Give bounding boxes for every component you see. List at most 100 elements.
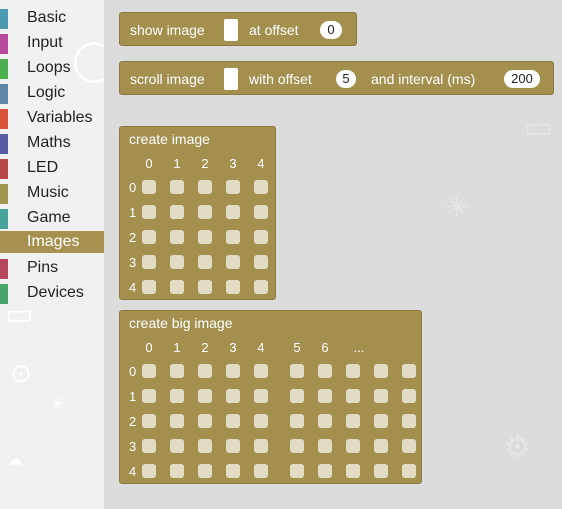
led-cell[interactable]: [170, 280, 184, 294]
led-cell[interactable]: [402, 464, 416, 478]
led-cell[interactable]: [226, 230, 240, 244]
led-cell[interactable]: [142, 255, 156, 269]
led-cell[interactable]: [290, 389, 304, 403]
sidebar-item-logic[interactable]: Logic: [0, 82, 104, 104]
led-cell[interactable]: [226, 464, 240, 478]
led-cell[interactable]: [402, 389, 416, 403]
led-cell[interactable]: [142, 205, 156, 219]
create-image-block[interactable]: create image 0 1 2 3 4 0 1 2 3 4: [119, 126, 276, 300]
sidebar-item-game[interactable]: Game: [0, 207, 104, 229]
sidebar-item-variables[interactable]: Variables: [0, 107, 104, 129]
led-cell[interactable]: [198, 464, 212, 478]
image-input-slot[interactable]: [224, 19, 238, 41]
led-cell[interactable]: [226, 439, 240, 453]
led-cell[interactable]: [142, 439, 156, 453]
create-big-image-block[interactable]: create big image 0 1 2 3 4 5 6 ... 0 1 2…: [119, 310, 422, 484]
led-cell[interactable]: [374, 364, 388, 378]
led-cell[interactable]: [226, 389, 240, 403]
led-cell[interactable]: [318, 439, 332, 453]
led-cell[interactable]: [142, 414, 156, 428]
led-cell[interactable]: [170, 205, 184, 219]
led-cell[interactable]: [374, 439, 388, 453]
led-cell[interactable]: [290, 464, 304, 478]
led-cell[interactable]: [170, 364, 184, 378]
led-cell[interactable]: [402, 439, 416, 453]
led-cell[interactable]: [142, 364, 156, 378]
led-cell[interactable]: [254, 364, 268, 378]
led-cell[interactable]: [254, 180, 268, 194]
led-cell[interactable]: [142, 180, 156, 194]
sidebar-item-music[interactable]: Music: [0, 182, 104, 204]
led-cell[interactable]: [226, 364, 240, 378]
led-cell[interactable]: [198, 364, 212, 378]
led-cell[interactable]: [198, 180, 212, 194]
led-cell[interactable]: [198, 439, 212, 453]
led-cell[interactable]: [170, 230, 184, 244]
led-cell[interactable]: [170, 389, 184, 403]
led-cell[interactable]: [170, 255, 184, 269]
image-input-slot[interactable]: [224, 68, 238, 90]
led-cell[interactable]: [402, 414, 416, 428]
offset-input[interactable]: 0: [320, 21, 342, 39]
led-cell[interactable]: [226, 414, 240, 428]
led-cell[interactable]: [170, 439, 184, 453]
led-cell[interactable]: [254, 230, 268, 244]
sidebar-item-basic[interactable]: Basic: [0, 7, 104, 29]
sidebar-item-loops[interactable]: Loops: [0, 57, 104, 79]
led-cell[interactable]: [142, 230, 156, 244]
interval-input[interactable]: 200: [504, 70, 540, 88]
sidebar-item-led[interactable]: LED: [0, 157, 104, 179]
led-cell[interactable]: [346, 414, 360, 428]
led-cell[interactable]: [318, 389, 332, 403]
led-cell[interactable]: [198, 414, 212, 428]
column-header: 3: [229, 156, 237, 171]
show-image-block[interactable]: show image at offset 0: [119, 12, 357, 46]
led-cell[interactable]: [254, 464, 268, 478]
sidebar-item-input[interactable]: Input: [0, 32, 104, 54]
led-cell[interactable]: [170, 180, 184, 194]
led-cell[interactable]: [318, 414, 332, 428]
led-cell[interactable]: [226, 255, 240, 269]
led-cell[interactable]: [318, 464, 332, 478]
sidebar-item-label: Input: [27, 34, 63, 51]
led-cell[interactable]: [170, 414, 184, 428]
led-cell[interactable]: [254, 389, 268, 403]
block-label: scroll image: [130, 71, 205, 87]
led-cell[interactable]: [226, 205, 240, 219]
led-cell[interactable]: [198, 280, 212, 294]
led-cell[interactable]: [346, 464, 360, 478]
block-workspace[interactable]: ✳ ⚙ ▭ show image at offset 0 scroll imag…: [104, 0, 562, 509]
led-cell[interactable]: [198, 205, 212, 219]
led-cell[interactable]: [226, 180, 240, 194]
led-cell[interactable]: [290, 364, 304, 378]
led-cell[interactable]: [290, 439, 304, 453]
scroll-image-block[interactable]: scroll image with offset 5 and interval …: [119, 61, 554, 95]
led-cell[interactable]: [346, 439, 360, 453]
led-cell[interactable]: [346, 364, 360, 378]
sidebar-item-images[interactable]: Images: [0, 231, 104, 253]
led-cell[interactable]: [254, 255, 268, 269]
led-cell[interactable]: [198, 230, 212, 244]
led-cell[interactable]: [254, 414, 268, 428]
led-cell[interactable]: [226, 280, 240, 294]
led-cell[interactable]: [142, 389, 156, 403]
led-cell[interactable]: [374, 464, 388, 478]
led-cell[interactable]: [374, 389, 388, 403]
led-cell[interactable]: [254, 280, 268, 294]
led-cell[interactable]: [290, 414, 304, 428]
led-cell[interactable]: [198, 255, 212, 269]
led-cell[interactable]: [318, 364, 332, 378]
led-cell[interactable]: [142, 280, 156, 294]
sidebar-item-maths[interactable]: Maths: [0, 132, 104, 154]
led-cell[interactable]: [198, 389, 212, 403]
led-cell[interactable]: [402, 364, 416, 378]
sidebar-item-pins[interactable]: Pins: [0, 257, 104, 279]
led-cell[interactable]: [254, 205, 268, 219]
led-cell[interactable]: [374, 414, 388, 428]
sidebar-item-devices[interactable]: Devices: [0, 282, 104, 304]
led-cell[interactable]: [142, 464, 156, 478]
led-cell[interactable]: [346, 389, 360, 403]
led-cell[interactable]: [170, 464, 184, 478]
offset-input[interactable]: 5: [336, 70, 356, 88]
led-cell[interactable]: [254, 439, 268, 453]
